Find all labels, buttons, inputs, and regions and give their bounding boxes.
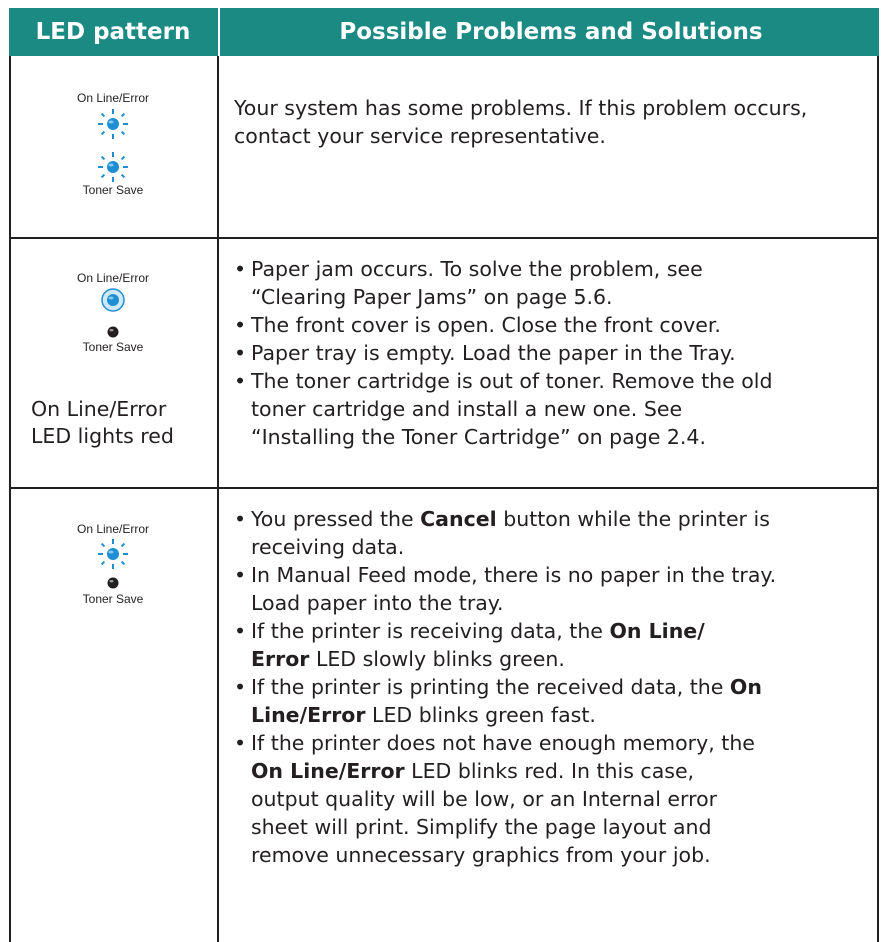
list-item: • Paper jam occurs. To solve the problem… — [234, 257, 703, 309]
toner-save-led-off-icon — [107, 326, 119, 338]
online-error-label: On Line/Error — [76, 522, 150, 536]
row2-led-note: On Line/Error LED lights red — [31, 396, 174, 450]
online-error-led-blinking-icon — [98, 109, 128, 139]
note-line-1: On Line/Error — [31, 397, 167, 421]
toner-save-label: Toner Save — [82, 183, 144, 197]
list-item: • The toner cartridge is out of toner. R… — [234, 369, 773, 449]
note-line-2: LED lights red — [31, 424, 174, 448]
online-error-label: On Line/Error — [76, 271, 150, 285]
list-item: • The front cover is open. Close the fro… — [234, 313, 721, 337]
toner-save-led-off-icon — [107, 577, 119, 589]
online-error-led-on-icon — [101, 288, 125, 312]
online-error-led-blinking-icon — [98, 539, 128, 569]
toner-save-led-blinking-icon — [98, 152, 128, 182]
online-error-label: On Line/Error — [76, 91, 150, 105]
led-troubleshooting-table: LED pattern Possible Problems and Soluti… — [9, 8, 881, 942]
list-item: • If the printer is receiving data, the … — [234, 619, 705, 671]
header-problems-solutions: Possible Problems and Solutions — [339, 19, 763, 45]
list-item: • If the printer does not have enough me… — [234, 731, 755, 867]
row-divider-1 — [9, 237, 879, 239]
table-right-border — [877, 56, 879, 942]
list-item: • You pressed the Cancel button while th… — [234, 507, 770, 559]
list-item: • In Manual Feed mode, there is no paper… — [234, 563, 777, 615]
toner-save-label: Toner Save — [82, 592, 144, 606]
column-divider — [217, 56, 219, 942]
row2-solution-list: • Paper jam occurs. To solve the problem… — [234, 255, 874, 451]
row3-solution-list: • You pressed the Cancel button while th… — [234, 505, 876, 869]
header-divider — [218, 8, 220, 56]
header-led-pattern: LED pattern — [35, 19, 191, 45]
list-item: • Paper tray is empty. Load the paper in… — [234, 341, 736, 365]
toner-save-label: Toner Save — [82, 340, 144, 354]
row-divider-2 — [9, 487, 879, 489]
row1-solution-text: Your system has some problems. If this p… — [234, 94, 854, 150]
table-header: LED pattern Possible Problems and Soluti… — [9, 8, 879, 56]
list-item: • If the printer is printing the receive… — [234, 675, 762, 727]
row1-paragraph: Your system has some problems. If this p… — [234, 96, 808, 148]
